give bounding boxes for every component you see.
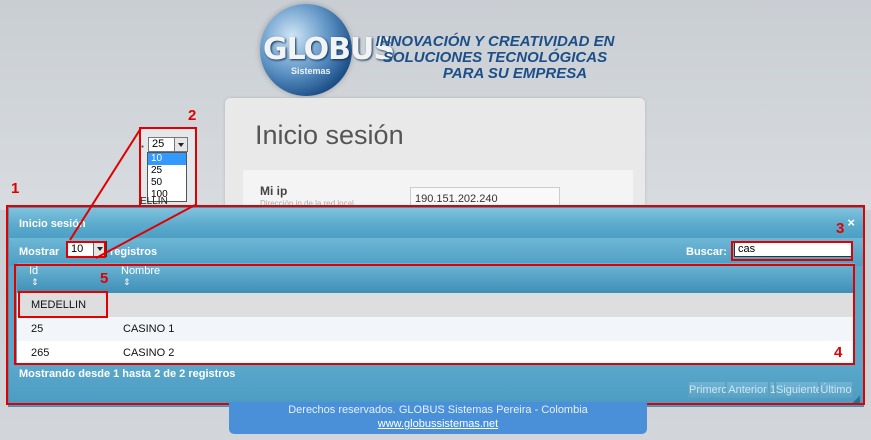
footer-link[interactable]: www.globussistemas.net: [229, 418, 647, 430]
annotation-number-1: 1: [11, 180, 20, 197]
annotation-box-4: [14, 264, 855, 365]
annotation-number-2: 2: [188, 107, 197, 124]
annotation-box-2: [139, 127, 197, 207]
annotation-box-5: [18, 291, 108, 318]
page-footer: Derechos reservados. GLOBUS Sistemas Per…: [229, 402, 647, 434]
annotation-number-3: 3: [836, 220, 845, 237]
footer-copyright: Derechos reservados. GLOBUS Sistemas Per…: [288, 404, 588, 416]
annotation-box-3: [731, 241, 853, 261]
annotation-number-4: 4: [834, 344, 843, 361]
annotation-number-5: 5: [100, 270, 109, 287]
annotation-box-length: [66, 241, 106, 258]
